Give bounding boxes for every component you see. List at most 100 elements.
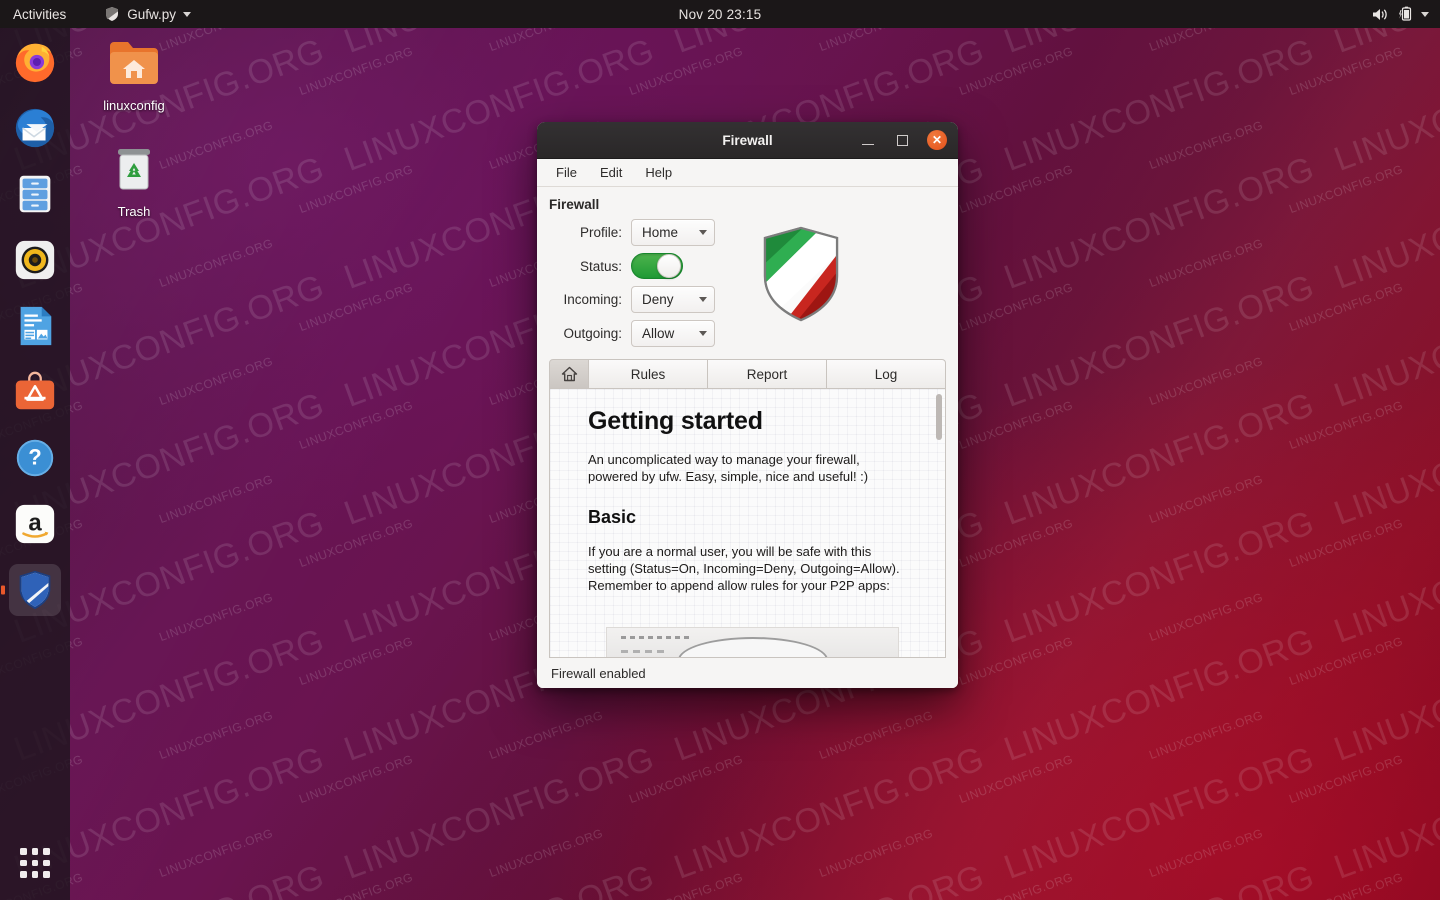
- incoming-label: Incoming:: [563, 292, 622, 307]
- status-field-cell: [631, 253, 715, 279]
- close-button[interactable]: ✕: [927, 130, 947, 150]
- outgoing-field-cell: Allow: [631, 320, 715, 347]
- tab-bar: Rules Report Log: [537, 359, 958, 389]
- chevron-down-icon: [1421, 11, 1429, 17]
- dock-item-gufw[interactable]: [9, 564, 61, 616]
- volume-icon: [1373, 8, 1387, 20]
- grid-dot: [31, 848, 39, 855]
- grid-dot: [43, 859, 50, 867]
- dock-item-firefox[interactable]: [9, 36, 61, 88]
- window-titlebar[interactable]: Firewall ✕: [537, 122, 958, 159]
- dock-item-files[interactable]: [9, 168, 61, 220]
- grid-dot: [43, 848, 50, 855]
- firewall-settings-panel: Firewall Profile: Home Status: Incoming:: [537, 187, 958, 353]
- preview-line: [621, 650, 667, 653]
- tab-rules[interactable]: Rules: [589, 359, 708, 389]
- tab-report[interactable]: Report: [708, 359, 827, 389]
- status-toggle[interactable]: [631, 253, 683, 279]
- outgoing-value: Allow: [642, 326, 675, 341]
- dock-item-help[interactable]: ?: [9, 432, 61, 484]
- preview-line: [621, 636, 693, 639]
- files-icon: [19, 175, 51, 213]
- chevron-down-icon: [699, 230, 707, 235]
- content-heading: Getting started: [588, 407, 763, 435]
- app-menu-button[interactable]: Gufw.py: [104, 6, 192, 22]
- firewall-window: Firewall ✕ File Edit Help Firewall Profi…: [537, 122, 958, 688]
- menu-bar: File Edit Help: [537, 159, 958, 187]
- gufw-shield-icon: [19, 570, 51, 610]
- content-intro: An uncomplicated way to manage your fire…: [588, 452, 869, 484]
- grid-dot: [20, 848, 27, 855]
- window-controls: ✕: [859, 130, 958, 150]
- grid-dot: [31, 859, 39, 867]
- clock[interactable]: Nov 20 23:15: [0, 7, 1440, 22]
- grid-dot: [31, 871, 39, 878]
- grid-dot: [43, 871, 50, 878]
- embedded-screenshot-preview: [606, 627, 899, 657]
- system-tray[interactable]: [1372, 6, 1440, 22]
- minimize-button[interactable]: [859, 131, 877, 149]
- chevron-down-icon: [699, 297, 707, 302]
- incoming-value: Deny: [642, 292, 674, 307]
- status-label: Status:: [579, 258, 622, 274]
- dock-item-amazon[interactable]: a: [9, 498, 61, 550]
- trash-icon: [118, 149, 150, 190]
- dock-item-libreoffice-writer[interactable]: [9, 300, 61, 352]
- grid-dot: [20, 871, 27, 878]
- gnome-top-bar: Activities Gufw.py Nov 20 23:15: [0, 0, 1440, 28]
- profile-value: Home: [642, 225, 679, 240]
- svg-text:a: a: [28, 510, 42, 537]
- profile-field-cell: Home: [631, 219, 715, 246]
- firefox-icon: [15, 43, 55, 83]
- ubuntu-software-icon: [15, 371, 55, 410]
- firewall-shield-graphic: [759, 225, 843, 328]
- outgoing-dropdown[interactable]: Allow: [631, 320, 715, 347]
- desktop-icon-home-folder[interactable]: linuxconfig: [86, 38, 182, 114]
- outgoing-label: Outgoing:: [563, 326, 622, 341]
- menu-file[interactable]: File: [547, 163, 586, 182]
- scrollbar-thumb[interactable]: [936, 394, 942, 440]
- status-bar: Firewall enabled: [537, 658, 958, 688]
- preview-arc: [677, 637, 828, 657]
- content-section-body: If you are a normal user, you will be sa…: [588, 544, 900, 593]
- getting-started-panel: Getting started An uncomplicated way to …: [549, 389, 946, 658]
- tab-home[interactable]: [549, 359, 589, 389]
- gufw-shield-icon: [763, 226, 839, 322]
- shield-icon: [106, 7, 119, 21]
- incoming-field-cell: Deny: [631, 286, 715, 313]
- home-icon: [561, 366, 577, 382]
- activities-button[interactable]: Activities: [0, 7, 76, 22]
- dock-item-thunderbird[interactable]: [9, 102, 61, 154]
- tab-log[interactable]: Log: [827, 359, 946, 389]
- chevron-down-icon: [699, 331, 707, 336]
- grid-dot: [20, 859, 27, 867]
- dock-item-ubuntu-software[interactable]: [9, 366, 61, 418]
- desktop-icon-label: Trash: [117, 204, 151, 219]
- desktop-icon-label: linuxconfig: [103, 98, 165, 113]
- show-applications-button[interactable]: [12, 840, 58, 886]
- maximize-button[interactable]: [893, 131, 911, 149]
- app-menu-label: Gufw.py: [127, 6, 177, 22]
- chevron-down-icon: [183, 11, 192, 17]
- battery-charging-icon: [1399, 6, 1412, 21]
- amazon-icon: a: [15, 504, 55, 544]
- profile-label: Profile:: [579, 225, 622, 240]
- content-scrollbar[interactable]: [936, 394, 942, 652]
- toggle-knob: [657, 254, 681, 278]
- rhythmbox-icon: [15, 240, 55, 280]
- incoming-dropdown[interactable]: Deny: [631, 286, 715, 313]
- content-section-heading: Basic: [588, 507, 637, 528]
- menu-edit[interactable]: Edit: [591, 163, 631, 182]
- profile-dropdown[interactable]: Home: [631, 219, 715, 246]
- ubuntu-dock: ? a: [0, 28, 70, 900]
- dock-item-rhythmbox[interactable]: [9, 234, 61, 286]
- help-icon: ?: [16, 439, 54, 477]
- thunderbird-icon: [15, 108, 55, 148]
- menu-help[interactable]: Help: [636, 163, 681, 182]
- settings-form: Profile: Home Status: Incoming: Deny Out…: [549, 219, 715, 347]
- desktop-icon-trash[interactable]: Trash: [86, 144, 182, 220]
- panel-heading: Firewall: [549, 197, 600, 212]
- svg-text:?: ?: [28, 445, 41, 470]
- libreoffice-writer-icon: [20, 306, 52, 346]
- home-folder-icon: [110, 42, 158, 84]
